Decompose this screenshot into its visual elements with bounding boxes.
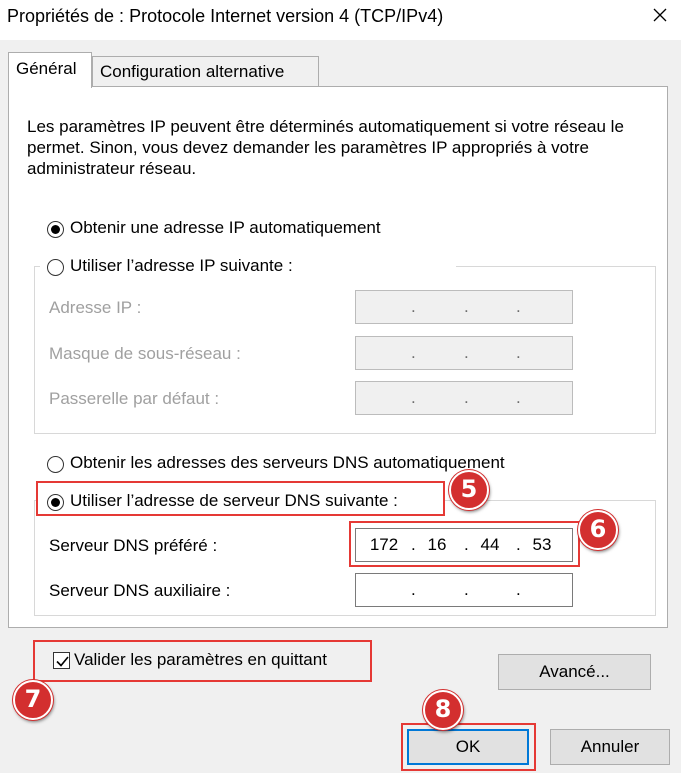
tab-alternate-config[interactable]: Configuration alternative — [92, 56, 319, 86]
ip-manual-radio[interactable] — [47, 259, 64, 276]
step-badge-6: 6 — [578, 510, 618, 550]
ip-address-input: ... — [355, 290, 573, 324]
alternate-dns-input[interactable]: ... — [355, 573, 573, 607]
highlight-validate — [33, 640, 372, 682]
tab-general[interactable]: Général — [8, 52, 92, 88]
alternate-dns-label: Serveur DNS auxiliaire : — [49, 581, 231, 600]
dns-auto-label[interactable]: Obtenir les adresses des serveurs DNS au… — [70, 453, 505, 473]
step-badge-8: 8 — [423, 690, 463, 730]
subnet-mask-label: Masque de sous-réseau : — [49, 344, 241, 363]
description-text: Les paramètres IP peuvent être déterminé… — [27, 117, 624, 178]
ip-auto-radio[interactable] — [47, 221, 64, 238]
highlight-ok — [401, 723, 536, 771]
ip-address-label: Adresse IP : — [49, 298, 142, 317]
preferred-dns-label: Serveur DNS préféré : — [49, 536, 218, 555]
advanced-button[interactable]: Avancé... — [498, 654, 651, 690]
window-title: Propriétés de : Protocole Internet versi… — [7, 6, 444, 26]
ip-auto-label[interactable]: Obtenir une adresse IP automatiquement — [70, 218, 381, 238]
step-badge-5: 5 — [449, 470, 489, 510]
gateway-input: ... — [355, 381, 573, 415]
close-icon[interactable] — [646, 2, 674, 28]
dns-auto-radio[interactable] — [47, 456, 64, 473]
ip-manual-label[interactable]: Utiliser l’adresse IP suivante : — [70, 256, 293, 276]
gateway-label: Passerelle par défaut : — [49, 389, 220, 408]
subnet-mask-input: ... — [355, 336, 573, 370]
highlight-dns-manual — [36, 481, 445, 516]
step-badge-7: 7 — [13, 680, 53, 720]
highlight-preferred-dns — [349, 521, 580, 567]
cancel-button[interactable]: Annuler — [550, 729, 670, 765]
